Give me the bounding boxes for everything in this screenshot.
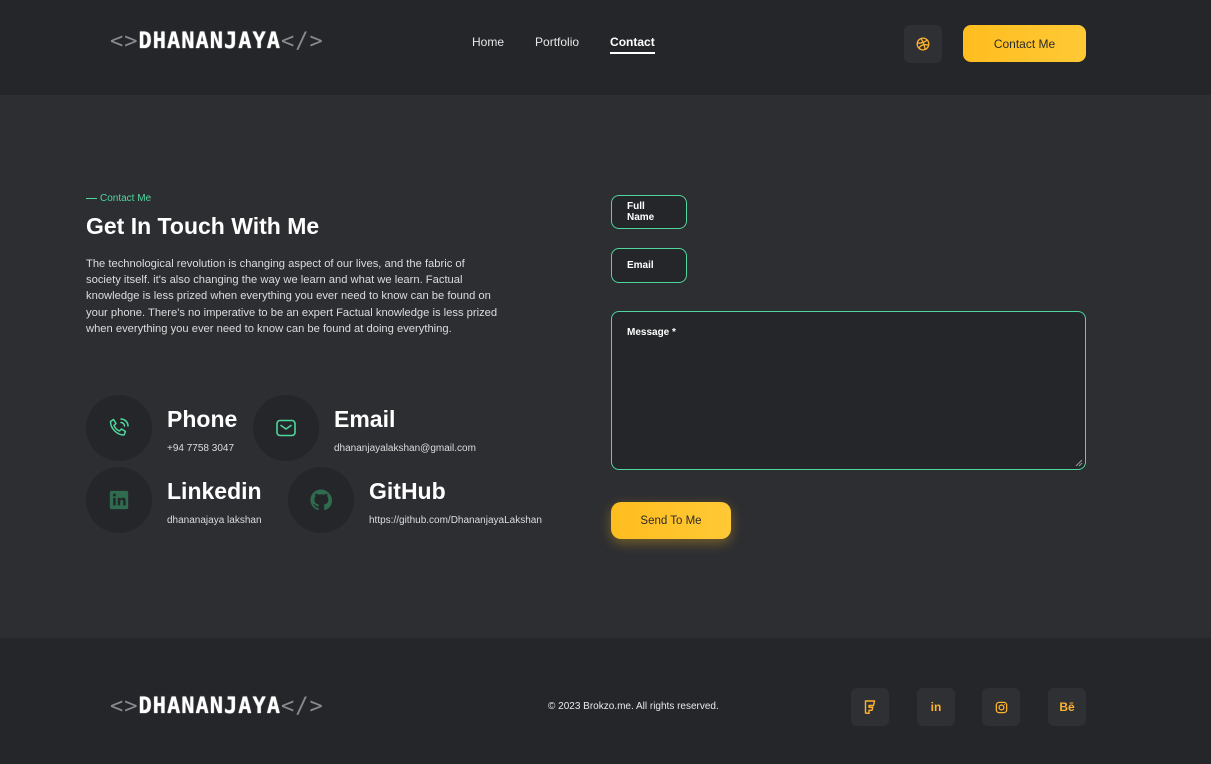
full-name-input[interactable]: Full Name [611,195,687,229]
email-value[interactable]: dhananjayalakshan@gmail.com [334,443,476,454]
page-title: Get In Touch With Me [86,213,320,239]
phone-value[interactable]: +94 7758 3047 [167,443,234,454]
logo-name: DHANANJAYA [138,29,281,54]
phone-title: Phone [167,406,238,432]
linkedin-icon-circle [86,467,152,533]
github-icon [310,489,332,511]
instagram-icon [995,701,1007,713]
phone-icon-circle [86,395,152,461]
footer-linkedin-icon: in [930,700,942,714]
logo[interactable]: <>DHANANJAYA</> [110,29,324,54]
eyebrow-label: Contact Me [100,193,152,204]
copyright-text: © 2023 Brokzo.me. All rights reserved. [548,701,719,712]
footer-logo-close-bracket: </> [280,694,324,719]
dribbble-button[interactable] [904,25,942,63]
email-placeholder: Email [627,260,654,271]
instagram-button[interactable] [982,688,1020,726]
footer-logo-name: DHANANJAYA [138,694,281,719]
message-textarea[interactable]: Message * [611,311,1086,470]
site-footer: <>DHANANJAYA</> © 2023 Brokzo.me. All ri… [0,638,1211,764]
email-icon-circle [253,395,319,461]
linkedin-icon [109,490,129,510]
email-input[interactable]: Email [611,248,687,283]
send-button[interactable]: Send To Me [611,502,731,539]
foursquare-icon [864,700,876,714]
foursquare-button[interactable] [851,688,889,726]
section-eyebrow: Contact Me [86,193,151,204]
behance-button[interactable]: Bē [1048,688,1086,726]
linkedin-value[interactable]: dhananajaya lakshan [167,515,262,526]
nav-portfolio[interactable]: Portfolio [535,35,579,54]
full-name-placeholder: Full Name [627,201,655,223]
mail-icon [276,419,296,437]
eyebrow-line [86,198,97,199]
github-title: GitHub [369,478,446,504]
resize-handle-icon[interactable] [1075,459,1083,467]
contact-me-button[interactable]: Contact Me [963,25,1086,62]
github-icon-circle [288,467,354,533]
github-value[interactable]: https://github.com/DhananjayaLakshan [369,515,542,526]
logo-close-bracket: </> [280,29,324,54]
email-title: Email [334,406,396,432]
logo-open-bracket: <> [110,29,139,54]
behance-icon: Bē [1059,700,1075,714]
main-nav: Home Portfolio Contact [472,35,655,54]
dribbble-icon [916,37,930,51]
contact-description: The technological revolution is changing… [86,258,498,335]
message-placeholder: Message * [627,327,676,338]
site-header: <>DHANANJAYA</> Home Portfolio Contact C… [0,0,1211,95]
footer-logo-open-bracket: <> [110,694,139,719]
linkedin-title: Linkedin [167,478,262,504]
footer-logo[interactable]: <>DHANANJAYA</> [110,694,324,719]
nav-contact[interactable]: Contact [610,35,655,54]
footer-linkedin-button[interactable]: in [917,688,955,726]
phone-icon [109,418,129,436]
nav-home[interactable]: Home [472,35,504,54]
